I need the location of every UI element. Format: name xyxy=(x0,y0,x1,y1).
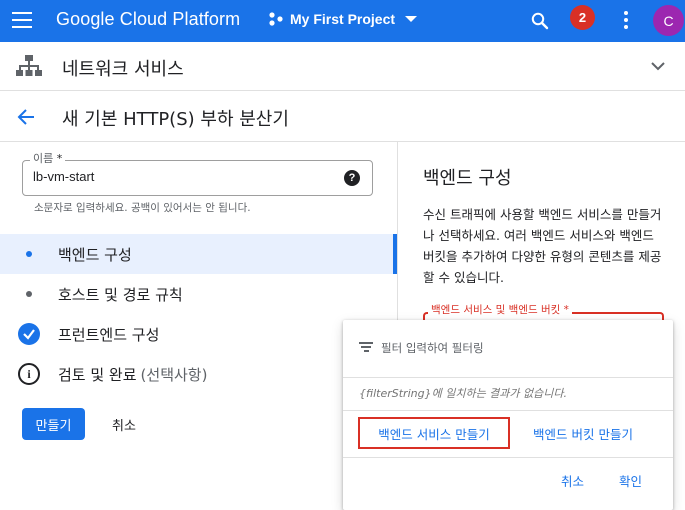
step-label: 백엔드 구성 xyxy=(58,245,132,264)
check-circle-icon xyxy=(18,323,40,345)
required-mark: * xyxy=(56,152,63,165)
arrow-back-icon[interactable] xyxy=(16,107,36,127)
right-panel-title: 백엔드 구성 xyxy=(423,168,512,189)
name-hint: 소문자로 입력하세요. 공백이 있어서는 안 됩니다. xyxy=(34,202,251,214)
notification-badge[interactable]: 2 xyxy=(570,5,595,30)
network-services-icon xyxy=(16,55,42,76)
filter-row[interactable]: 필터 입력하여 필터링 xyxy=(343,320,673,378)
info-icon: i xyxy=(18,363,40,385)
step-dot-icon xyxy=(26,291,32,297)
name-input[interactable] xyxy=(33,169,333,184)
top-app-bar: Google Cloud Platform My First Project 2… xyxy=(0,0,685,42)
dropdown-ok-button[interactable]: 확인 xyxy=(619,471,642,490)
create-backend-bucket-link[interactable]: 백엔드 버킷 만들기 xyxy=(528,417,638,449)
create-button[interactable]: 만들기 xyxy=(22,408,85,440)
name-label: 이름 * xyxy=(30,150,66,166)
create-backend-service-link[interactable]: 백엔드 서비스 만들기 xyxy=(358,417,510,449)
cancel-button[interactable]: 취소 xyxy=(100,408,148,440)
backend-select-label: 백엔드 서비스 및 백엔드 버킷 * xyxy=(428,302,572,317)
page-header: 새 기본 HTTP(S) 부하 분산기 xyxy=(0,91,685,142)
caret-down-icon xyxy=(405,16,418,22)
step-label: 호스트 및 경로 규칙 xyxy=(58,285,183,304)
avatar[interactable]: C xyxy=(653,5,684,36)
project-hub-icon xyxy=(269,12,283,26)
name-field[interactable]: ? xyxy=(22,160,373,196)
step-optional: (선택사항) xyxy=(140,365,208,384)
step-list: 백엔드 구성 호스트 및 경로 규칙 프런트엔드 구성 i 검토 및 완료 (선… xyxy=(0,234,397,394)
step-label: 프런트엔드 구성 xyxy=(58,325,160,344)
hamburger-menu-icon[interactable] xyxy=(12,12,32,28)
dropdown-actions: 백엔드 서비스 만들기 백엔드 버킷 만들기 xyxy=(343,410,673,458)
search-icon[interactable] xyxy=(530,11,550,31)
right-panel-description: 수신 트래픽에 사용할 백엔드 서비스를 만들거나 선택하세요. 여러 백엔드 … xyxy=(423,207,662,285)
step-dot-icon xyxy=(26,251,32,257)
section-header: 네트워크 서비스 xyxy=(0,42,685,91)
backend-dropdown-menu: 필터 입력하여 필터링 {filterString}에 일치하는 결과가 없습니… xyxy=(343,320,673,510)
chevron-down-icon[interactable] xyxy=(650,58,666,74)
step-host-path-rules[interactable]: 호스트 및 경로 규칙 xyxy=(0,274,397,314)
step-backend-config[interactable]: 백엔드 구성 xyxy=(0,234,397,274)
project-name: My First Project xyxy=(290,11,396,27)
name-label-text: 이름 xyxy=(33,152,54,165)
more-vert-icon[interactable] xyxy=(624,11,630,29)
filter-list-icon xyxy=(359,342,373,352)
brand-title[interactable]: Google Cloud Platform xyxy=(56,9,240,30)
step-frontend-config[interactable]: 프런트엔드 구성 xyxy=(0,314,397,354)
page-title: 새 기본 HTTP(S) 부하 분산기 xyxy=(62,109,289,130)
empty-results-message: {filterString}에 일치하는 결과가 없습니다. xyxy=(359,387,568,400)
section-title: 네트워크 서비스 xyxy=(62,59,184,80)
step-review-finalize[interactable]: i 검토 및 완료 (선택사항) xyxy=(0,354,397,394)
filter-input[interactable]: 필터 입력하여 필터링 xyxy=(381,340,484,356)
dropdown-cancel-button[interactable]: 취소 xyxy=(561,471,584,490)
project-selector[interactable]: My First Project xyxy=(268,11,418,27)
step-label: 검토 및 완료 xyxy=(58,365,137,384)
help-icon[interactable]: ? xyxy=(344,170,360,186)
